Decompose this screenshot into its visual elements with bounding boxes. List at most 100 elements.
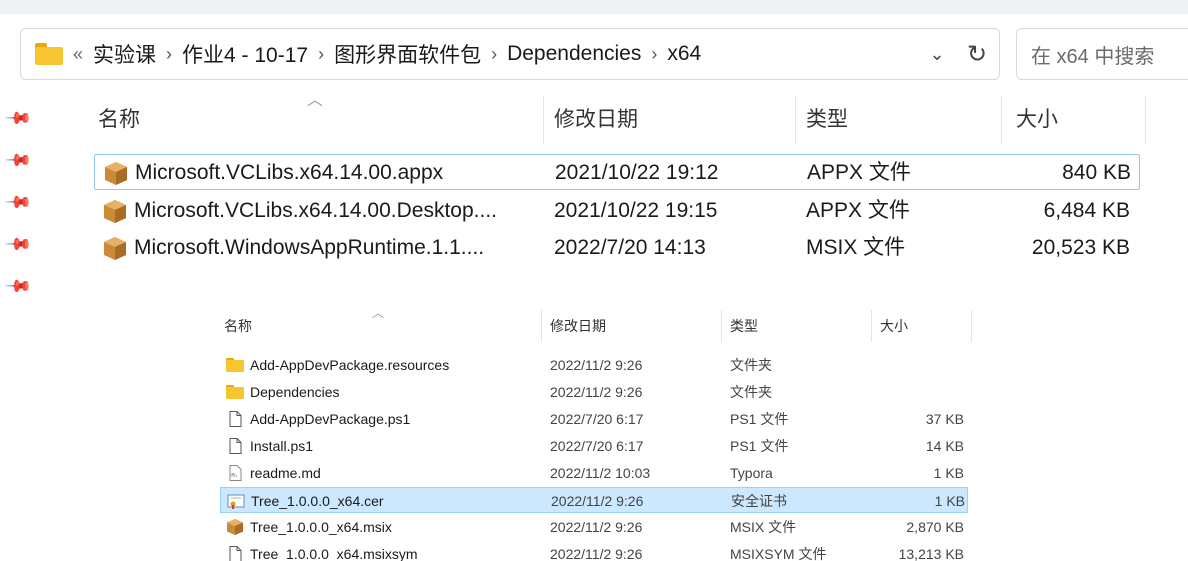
pin-icon[interactable]: 📌 xyxy=(4,104,33,132)
refresh-icon[interactable]: ↻ xyxy=(955,40,999,69)
markdown-icon: M↓ xyxy=(229,465,242,481)
file-type: 安全证书 xyxy=(731,493,787,509)
file-name: Tree_1.0.0.0_x64.cer xyxy=(251,493,384,509)
file-size: 1 KB xyxy=(933,465,964,481)
folder-icon xyxy=(226,358,244,372)
file-list: ︿ 名称 修改日期 类型 大小 Microsoft.VCLibs.x64.14.… xyxy=(62,92,1188,294)
file-type: MSIX 文件 xyxy=(730,519,797,535)
file-date: 2022/11/2 9:26 xyxy=(550,546,643,561)
file-name: readme.md xyxy=(250,465,321,481)
file-row[interactable]: Install.ps1 2022/7/20 6:17 PS1 文件 14 KB xyxy=(220,433,968,459)
folder-icon xyxy=(226,385,244,399)
package-icon xyxy=(104,200,126,223)
file-type: MSIXSYM 文件 xyxy=(730,546,827,561)
file-date: 2022/11/2 9:26 xyxy=(550,519,643,535)
file-type: APPX 文件 xyxy=(807,161,911,184)
file-name: Dependencies xyxy=(250,384,340,400)
bottom-explorer-window: ︿ 名称 修改日期 类型 大小 Add-AppDevPackage.resour… xyxy=(0,294,1188,561)
file-icon xyxy=(229,546,242,561)
window-top-strip xyxy=(0,0,1188,14)
file-name: Microsoft.WindowsAppRuntime.1.1.... xyxy=(134,236,485,259)
file-size: 13,213 KB xyxy=(898,546,964,561)
file-row[interactable]: Microsoft.VCLibs.x64.14.00.appx 2021/10/… xyxy=(94,154,1140,190)
file-name: Tree_1.0.0.0_x64.msix xyxy=(250,519,392,535)
file-row[interactable]: Add-AppDevPackage.resources 2022/11/2 9:… xyxy=(220,352,968,378)
file-type: Typora xyxy=(730,465,773,481)
package-icon xyxy=(104,237,126,260)
file-type: APPX 文件 xyxy=(806,199,910,222)
file-date: 2022/11/2 9:26 xyxy=(550,384,643,400)
file-date: 2022/7/20 6:17 xyxy=(550,411,644,427)
breadcrumb-item[interactable]: 实验课 xyxy=(93,39,156,69)
certificate-icon xyxy=(227,494,245,509)
breadcrumb-item[interactable]: x64 xyxy=(667,42,701,66)
file-row[interactable]: Tree_1.0.0.0_x64.msixsym 2022/11/2 9:26 … xyxy=(220,541,968,561)
breadcrumb-item[interactable]: 图形界面软件包 xyxy=(334,39,481,69)
file-row[interactable]: M↓ readme.md 2022/11/2 10:03 Typora 1 KB xyxy=(220,460,968,486)
file-date: 2021/10/22 19:15 xyxy=(554,199,718,222)
breadcrumb-item[interactable]: 作业4 - 10-17 xyxy=(182,39,308,69)
file-type: PS1 文件 xyxy=(730,411,789,427)
column-header-date[interactable]: 修改日期 xyxy=(544,310,722,342)
top-explorer-window: « 实验课 › 作业4 - 10-17 › 图形界面软件包 › Dependen… xyxy=(0,0,1188,294)
file-date: 2022/7/20 6:17 xyxy=(550,438,644,454)
file-row[interactable]: Microsoft.VCLibs.x64.14.00.Desktop.... 2… xyxy=(94,193,1140,229)
column-header-type[interactable]: 类型 xyxy=(796,96,1002,144)
file-row-selected[interactable]: Tree_1.0.0.0_x64.cer 2022/11/2 9:26 安全证书… xyxy=(220,487,968,513)
file-row[interactable]: Dependencies 2022/11/2 9:26 文件夹 xyxy=(220,379,968,405)
breadcrumb-item[interactable]: Dependencies xyxy=(507,42,641,66)
column-header-size[interactable]: 大小 xyxy=(1006,96,1146,144)
quick-access-pins: 📌 📌 📌 📌 📌 xyxy=(0,96,36,294)
column-header-type[interactable]: 类型 xyxy=(724,310,872,342)
file-size: 6,484 KB xyxy=(1043,199,1130,222)
file-name: Install.ps1 xyxy=(250,438,314,454)
file-type: PS1 文件 xyxy=(730,438,789,454)
file-date: 2021/10/22 19:12 xyxy=(555,161,719,184)
file-name: Microsoft.VCLibs.x64.14.00.Desktop.... xyxy=(134,199,497,222)
file-name: Add-AppDevPackage.ps1 xyxy=(250,411,411,427)
file-size xyxy=(876,379,964,405)
file-name: Microsoft.VCLibs.x64.14.00.appx xyxy=(135,161,444,184)
file-type: MSIX 文件 xyxy=(806,236,906,259)
pin-icon[interactable]: 📌 xyxy=(4,146,33,174)
file-size: 840 KB xyxy=(1062,161,1131,184)
svg-text:M↓: M↓ xyxy=(232,473,238,479)
folder-icon xyxy=(35,43,63,65)
breadcrumb-separator[interactable]: › xyxy=(318,44,324,65)
file-name: Add-AppDevPackage.resources xyxy=(250,357,450,373)
file-date: 2022/11/2 9:26 xyxy=(551,493,644,509)
package-icon xyxy=(227,519,243,535)
package-icon xyxy=(105,162,127,185)
breadcrumb-separator[interactable]: › xyxy=(491,44,497,65)
file-size xyxy=(876,352,964,378)
file-list: ︿ 名称 修改日期 类型 大小 Add-AppDevPackage.resour… xyxy=(218,306,978,561)
address-history-dropdown-icon[interactable]: ⌄ xyxy=(919,44,955,65)
address-bar[interactable]: « 实验课 › 作业4 - 10-17 › 图形界面软件包 › Dependen… xyxy=(20,28,1000,80)
column-header-row: ︿ 名称 修改日期 类型 大小 xyxy=(62,92,1188,144)
pin-icon[interactable]: 📌 xyxy=(4,230,33,258)
file-name: Tree_1.0.0.0_x64.msixsym xyxy=(250,546,418,561)
file-size: 37 KB xyxy=(925,411,964,427)
breadcrumb-separator[interactable]: › xyxy=(166,44,172,65)
column-header-date[interactable]: 修改日期 xyxy=(544,96,796,144)
file-size: 1 KB xyxy=(934,493,965,509)
file-size: 14 KB xyxy=(925,438,964,454)
search-input[interactable]: 在 x64 中搜索 xyxy=(1016,28,1188,80)
column-header-name[interactable]: 名称 xyxy=(88,96,544,144)
file-type: 文件夹 xyxy=(730,384,772,400)
pin-icon[interactable]: 📌 xyxy=(4,272,33,294)
file-size: 20,523 KB xyxy=(1031,236,1130,259)
column-header-name[interactable]: 名称 xyxy=(218,310,542,342)
file-date: 2022/7/20 14:13 xyxy=(554,236,706,259)
file-date: 2022/11/2 10:03 xyxy=(550,465,651,481)
file-row[interactable]: Tree_1.0.0.0_x64.msix 2022/11/2 9:26 MSI… xyxy=(220,514,968,540)
file-icon xyxy=(229,438,242,454)
breadcrumb-overflow-button[interactable]: « xyxy=(73,44,83,65)
file-row[interactable]: Microsoft.WindowsAppRuntime.1.1.... 2022… xyxy=(94,230,1140,266)
column-header-size[interactable]: 大小 xyxy=(874,310,972,342)
file-date: 2022/11/2 9:26 xyxy=(550,357,643,373)
file-row[interactable]: Add-AppDevPackage.ps1 2022/7/20 6:17 PS1… xyxy=(220,406,968,432)
pin-icon[interactable]: 📌 xyxy=(4,188,33,216)
file-size: 2,870 KB xyxy=(906,519,964,535)
breadcrumb-separator[interactable]: › xyxy=(651,44,657,65)
